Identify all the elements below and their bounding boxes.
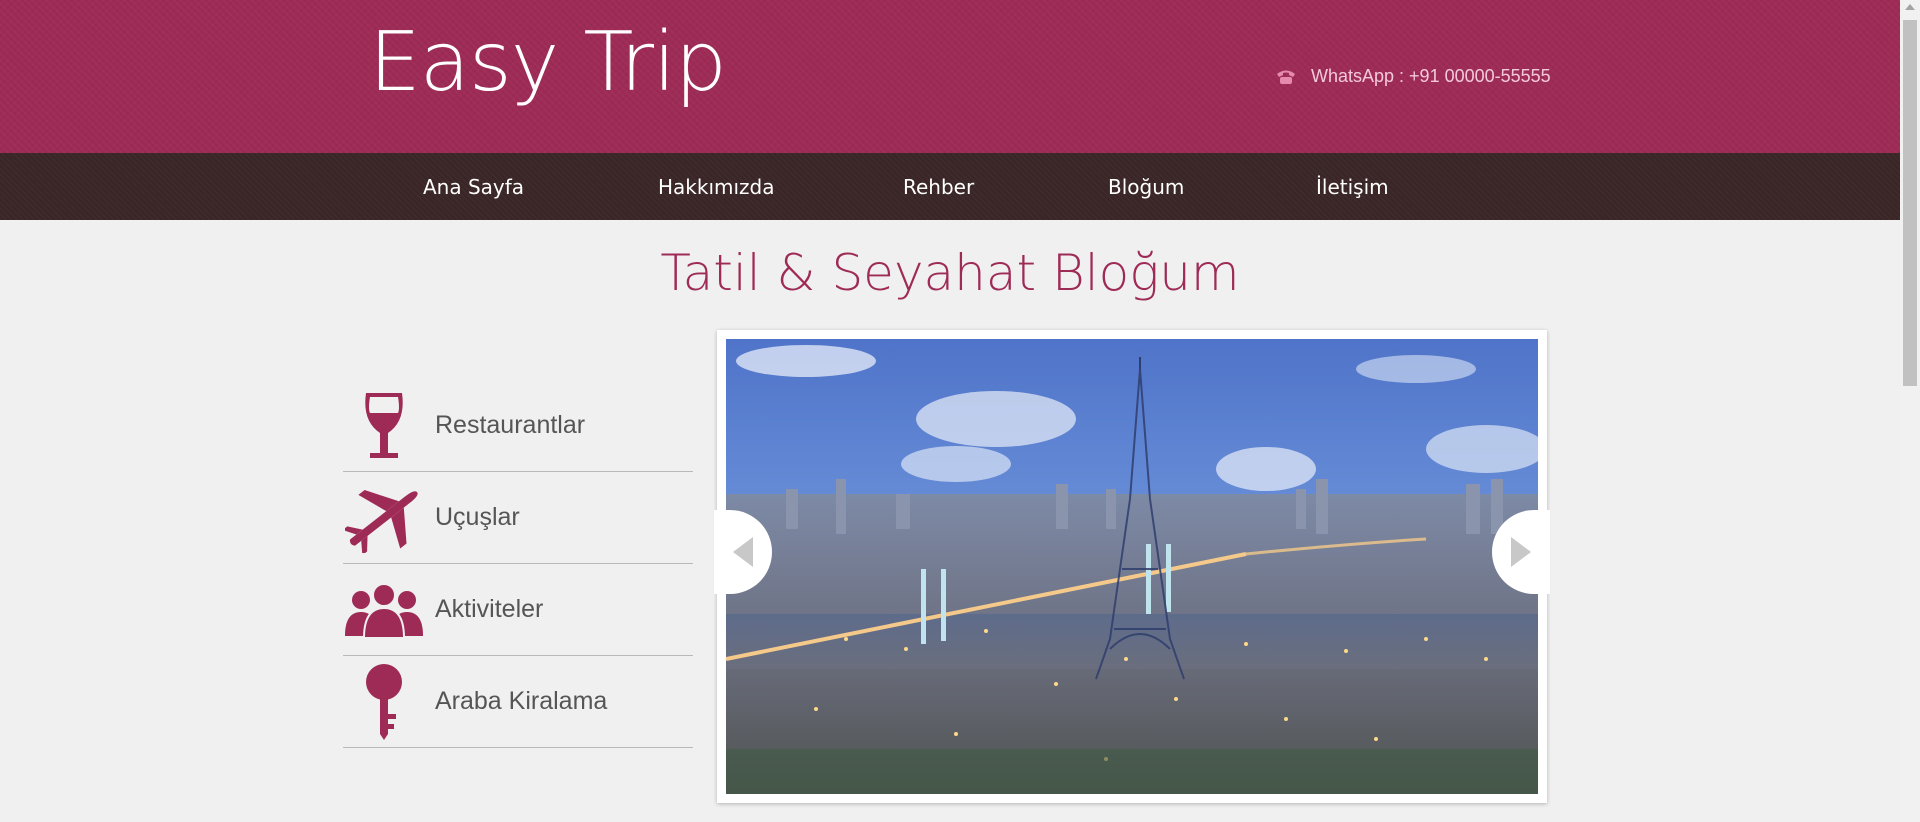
category-list: Restaurantlar Uçuşlar Aktiviteler Araba … xyxy=(343,380,693,748)
category-item-restaurants[interactable]: Restaurantlar xyxy=(343,380,693,472)
nav-item-blog[interactable]: Bloğum xyxy=(1108,175,1184,199)
category-label: Uçuşlar xyxy=(435,503,520,531)
contact-info: WhatsApp : +91 00000-55555 xyxy=(1275,66,1551,87)
wine-glass-icon xyxy=(343,385,425,467)
category-label: Araba Kiralama xyxy=(435,687,608,715)
site-header: Easy Trip WhatsApp : +91 00000-55555 xyxy=(0,0,1900,153)
key-icon xyxy=(343,661,425,743)
category-label: Restaurantlar xyxy=(435,411,586,439)
image-slider xyxy=(714,330,1550,803)
category-item-flights[interactable]: Uçuşlar xyxy=(343,472,693,564)
whatsapp-text[interactable]: WhatsApp : +91 00000-55555 xyxy=(1311,66,1551,87)
scroll-up-arrow-icon[interactable] xyxy=(1905,4,1915,10)
airplane-icon xyxy=(343,477,425,559)
slide-image xyxy=(726,339,1538,794)
chevron-right-icon xyxy=(1511,537,1531,567)
nav-item-guide[interactable]: Rehber xyxy=(903,175,974,199)
nav-item-contact[interactable]: İletişim xyxy=(1316,175,1389,199)
chevron-left-icon xyxy=(733,537,753,567)
people-icon xyxy=(343,569,425,651)
nav-item-about[interactable]: Hakkımızda xyxy=(658,175,775,199)
page-title: Tatil & Seyahat Bloğum xyxy=(660,244,1240,302)
main-nav: Ana Sayfa Hakkımızda Rehber Bloğum İleti… xyxy=(0,153,1900,220)
category-label: Aktiviteler xyxy=(435,595,544,623)
page-scrollbar[interactable] xyxy=(1900,0,1920,822)
category-item-activities[interactable]: Aktiviteler xyxy=(343,564,693,656)
category-item-car-rental[interactable]: Araba Kiralama xyxy=(343,656,693,748)
nav-item-home[interactable]: Ana Sayfa xyxy=(423,175,524,199)
logo[interactable]: Easy Trip xyxy=(369,22,727,104)
phone-icon xyxy=(1277,70,1295,84)
scroll-thumb[interactable] xyxy=(1903,20,1917,386)
